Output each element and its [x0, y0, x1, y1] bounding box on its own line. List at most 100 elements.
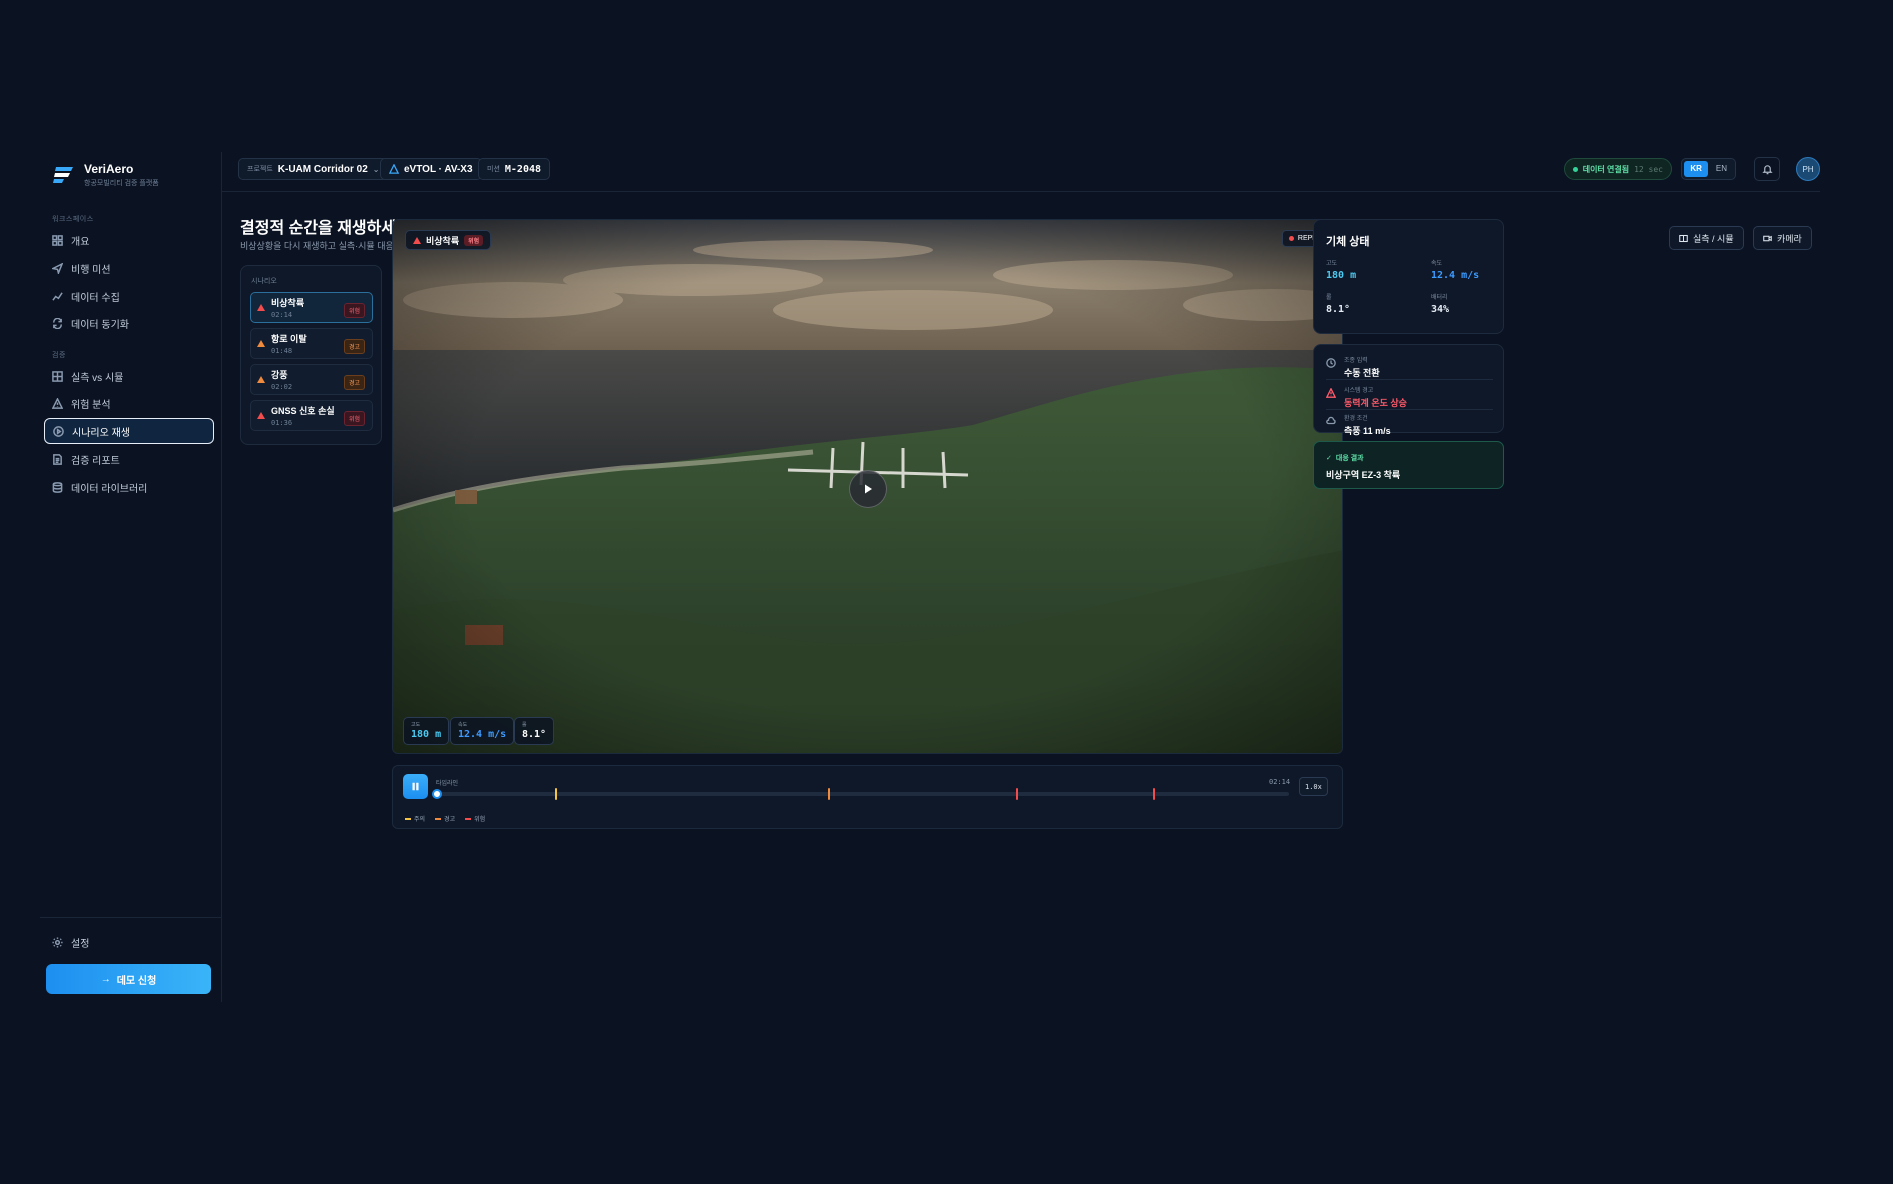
scenario-item-emergency-landing[interactable]: 비상착륙 02:14 위험 [250, 292, 373, 323]
sidebar-item-data-library[interactable]: 데이터 라이브러리 [44, 474, 214, 500]
scenario-header: 시나리오 [251, 278, 277, 285]
timeline-track[interactable] [436, 792, 1289, 796]
aircraft-value: eVTOL · AV-X3 [404, 163, 473, 175]
grid-icon [52, 234, 63, 246]
divider [1326, 409, 1493, 410]
sidebar-item-label: 데이터 라이브러리 [71, 483, 148, 495]
top-bar: 프로젝트 K-UAM Corridor 02 ⌄ eVTOL · AV-X3 미… [222, 152, 1820, 192]
sidebar-item-settings[interactable]: 설정 [44, 929, 214, 955]
play-button[interactable] [849, 470, 887, 508]
logo-icon [53, 167, 73, 183]
play-circle-icon [53, 425, 64, 437]
mission-badge[interactable]: 미션 M-2048 [478, 158, 551, 180]
database-icon [52, 481, 63, 493]
legend-item: 주의 [405, 814, 425, 823]
timeline-scrubber[interactable] [432, 789, 442, 799]
sidebar-item-label: 데이터 동기화 [71, 319, 129, 331]
project-selector[interactable]: 프로젝트 K-UAM Corridor 02 ⌄ [238, 158, 389, 180]
scenario-name: 항로 이탈 [271, 334, 307, 344]
replay-viewport[interactable]: 비상착륙 위험 REPLAY 고도 180 m 속도 12.4 m/s 롤 8.… [392, 219, 1343, 754]
hud-altitude: 고도 180 m [403, 717, 450, 745]
compare-grid-icon [52, 370, 63, 382]
sidebar-item-label: 실측 vs 시뮬 [71, 372, 124, 384]
settings-label: 설정 [71, 938, 90, 950]
event-label: 시스템 경고 [1344, 388, 1374, 394]
hud-value: 8.1° [522, 729, 547, 740]
avatar[interactable]: PH [1796, 157, 1820, 181]
scenario-tag: 비상착륙 위험 [405, 230, 492, 250]
scenario-item-strong-wind[interactable]: 강풍 02:02 경고 [250, 364, 373, 395]
timeline-panel: 타임라인 02:14 1.0x 주의 경고 위험 [392, 765, 1343, 829]
status-badge: 위험 [343, 303, 365, 318]
stat-value: 180 m [1326, 270, 1357, 281]
bell-icon [1761, 164, 1773, 174]
stat-label: 롤 [1326, 295, 1332, 301]
result-value: 비상구역 EZ-3 착륙 [1326, 470, 1401, 480]
stat-label: 속도 [1431, 261, 1443, 267]
sidebar-item-label: 시나리오 재생 [72, 427, 130, 439]
sidebar-item-scenario-replay[interactable]: 시나리오 재생 [44, 418, 214, 444]
hud-label: 속도 [458, 722, 468, 728]
timeline-event-marker[interactable] [1016, 788, 1019, 800]
stat-label: 고도 [1326, 261, 1338, 267]
scenario-tag-label: 비상착륙 [426, 235, 460, 246]
event-row-system-warning: 시스템 경고 동력계 온도 상승 [1326, 385, 1407, 409]
timeline-legend: 주의 경고 위험 [405, 814, 485, 823]
timeline-event-marker[interactable] [1152, 788, 1155, 800]
clock-icon [1326, 358, 1336, 368]
document-icon [53, 453, 62, 465]
split-view-icon [1679, 234, 1688, 242]
notifications-button[interactable] [1754, 157, 1780, 181]
aircraft-state-title: 기체 상태 [1326, 236, 1370, 248]
aircraft-badge[interactable]: eVTOL · AV-X3 [380, 158, 482, 180]
mission-label: 미션 [487, 166, 500, 173]
warning-icon [257, 376, 265, 383]
brand[interactable]: VeriAero 항공모빌리티 검증 플랫폼 [52, 162, 159, 188]
cloud-icon [1326, 416, 1336, 425]
sidebar-item-flight-mission[interactable]: 비행 미션 [44, 255, 214, 281]
scenario-item-route-deviation[interactable]: 항로 이탈 01:48 경고 [250, 328, 373, 359]
aircraft-state-card: 기체 상태 고도 180 m 속도 12.4 m/s 롤 8.1° 배터리 34… [1313, 219, 1504, 334]
sidebar-item-data-collection[interactable]: 데이터 수집 [44, 283, 214, 309]
event-label: 환경 조건 [1344, 416, 1368, 422]
nav-section-workspace: 워크스페이스 [52, 216, 94, 223]
scenario-time: 02:14 [271, 311, 293, 319]
compare-button-label: 실측 / 시뮬 [1693, 233, 1734, 244]
scenario-time: 01:48 [271, 347, 293, 355]
record-dot-icon [1288, 236, 1294, 241]
result-label: 대응 결과 [1335, 455, 1364, 462]
sidebar-item-label: 개요 [71, 236, 90, 248]
lang-kr[interactable]: KR [1684, 161, 1708, 177]
sidebar-item-risk-analysis[interactable]: 위험 분석 [44, 390, 214, 416]
compare-button[interactable]: 실측 / 시뮬 [1669, 226, 1744, 250]
camera-button[interactable]: 카메라 [1753, 226, 1812, 250]
pause-button[interactable] [403, 774, 428, 799]
lang-en[interactable]: EN [1710, 161, 1733, 177]
scenario-time: 01:36 [271, 419, 293, 427]
sidebar-item-overview[interactable]: 개요 [44, 227, 214, 253]
legend-label: 주의 [414, 817, 426, 823]
send-icon [52, 262, 63, 274]
legend-item: 경고 [435, 814, 455, 823]
mission-value: M-2048 [504, 163, 542, 175]
sidebar-item-report[interactable]: 검증 리포트 [44, 446, 214, 472]
stat-battery: 배터리 34% [1431, 292, 1449, 315]
demo-request-button[interactable]: → 데모 신청 [46, 964, 211, 994]
legend-label: 위험 [474, 817, 486, 823]
camera-button-label: 카메라 [1777, 233, 1802, 244]
check-icon: ✓ [1326, 455, 1332, 462]
sidebar-item-data-sync[interactable]: 데이터 동기화 [44, 310, 214, 336]
sidebar-item-real-vs-sim[interactable]: 실측 vs 시뮬 [44, 363, 214, 389]
status-latency: 12 sec [1634, 164, 1663, 174]
sidebar-item-label: 비행 미션 [71, 264, 111, 276]
hud-value: 12.4 m/s [458, 729, 507, 740]
warning-icon [257, 340, 265, 347]
scenario-item-gnss-loss[interactable]: GNSS 신호 손실 01:36 위험 [250, 400, 373, 431]
scenario-panel: 시나리오 비상착륙 02:14 위험 항로 이탈 01:48 경고 강풍 02:02 … [240, 265, 382, 445]
stat-label: 배터리 [1431, 295, 1448, 301]
playback-speed[interactable]: 1.0x [1299, 777, 1328, 796]
status-dot [1572, 166, 1578, 172]
warning-icon [257, 412, 265, 419]
page-title: 결정적 순간을 재생하세요 [240, 220, 411, 237]
warning-icon [413, 236, 421, 244]
